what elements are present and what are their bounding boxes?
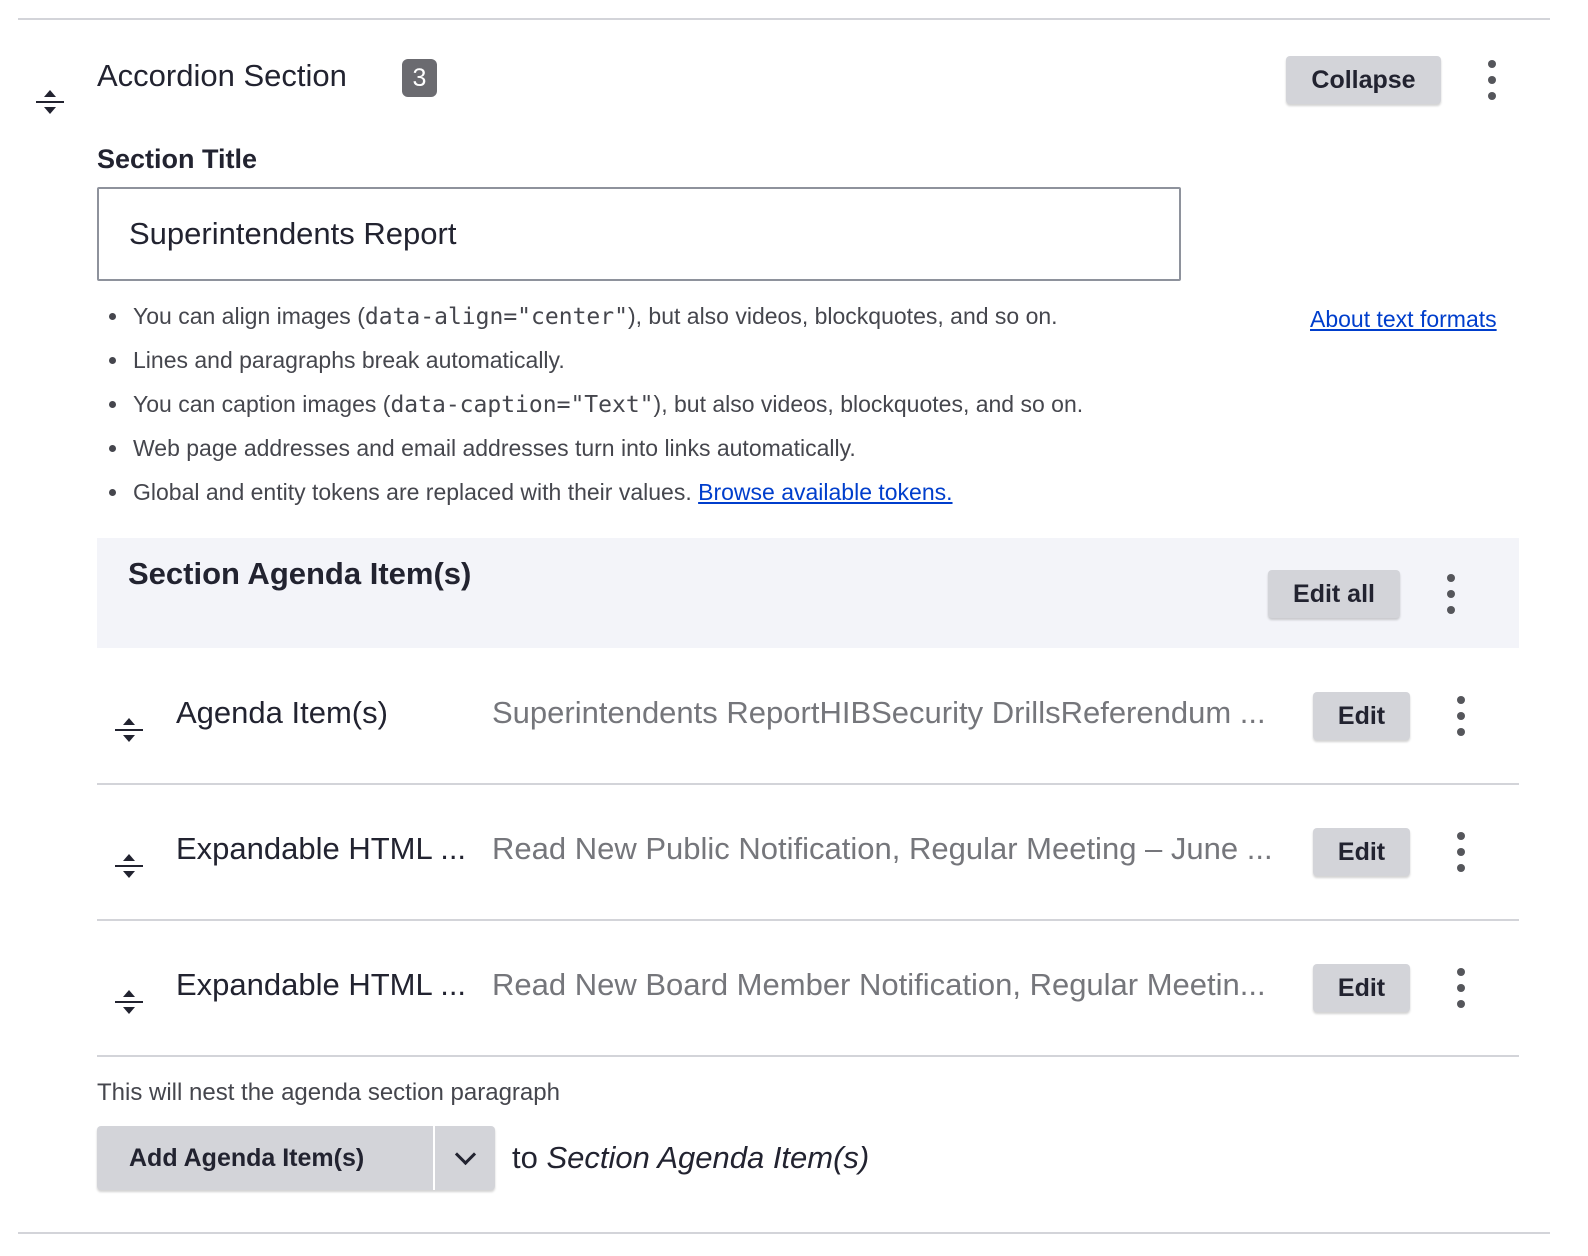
row-divider xyxy=(97,783,1519,785)
tip-links: Web page addresses and email addresses t… xyxy=(97,432,1247,476)
agenda-row-summary: Read New Public Notification, Regular Me… xyxy=(492,831,1273,866)
count-badge: 3 xyxy=(402,59,437,97)
agenda-row-summary: Superintendents ReportHIBSecurity Drills… xyxy=(492,695,1266,730)
agenda-row-name: Agenda Item(s) xyxy=(176,695,388,730)
edit-all-button[interactable]: Edit all xyxy=(1268,570,1400,618)
add-target-name: Section Agenda Item(s) xyxy=(546,1140,870,1175)
agenda-actions-menu-icon[interactable] xyxy=(1441,574,1461,614)
section-actions-menu-icon[interactable] xyxy=(1482,60,1502,100)
top-divider xyxy=(18,18,1550,20)
text-format-tips: You can align images (data-align="center… xyxy=(97,300,1247,520)
row-actions-menu-icon[interactable] xyxy=(1451,832,1471,872)
edit-button[interactable]: Edit xyxy=(1313,964,1410,1012)
section-type-title: Accordion Section xyxy=(97,58,347,93)
tip-line-breaks: Lines and paragraphs break automatically… xyxy=(97,344,1247,388)
drag-handle-icon[interactable] xyxy=(114,714,144,746)
add-options-toggle[interactable] xyxy=(435,1126,495,1190)
agenda-row-name: Expandable HTML ... xyxy=(176,967,467,1002)
edit-button[interactable]: Edit xyxy=(1313,692,1410,740)
chevron-down-icon xyxy=(454,1143,476,1165)
drag-handle-icon[interactable] xyxy=(35,86,65,118)
row-actions-menu-icon[interactable] xyxy=(1451,968,1471,1008)
add-agenda-item-split-button: Add Agenda Item(s) xyxy=(97,1126,495,1190)
bottom-divider xyxy=(18,1232,1550,1234)
edit-button[interactable]: Edit xyxy=(1313,828,1410,876)
agenda-items-heading: Section Agenda Item(s) xyxy=(128,556,472,591)
section-title-input[interactable] xyxy=(97,187,1181,281)
add-agenda-item-button[interactable]: Add Agenda Item(s) xyxy=(97,1126,433,1190)
row-divider xyxy=(97,919,1519,921)
agenda-row-name: Expandable HTML ... xyxy=(176,831,467,866)
drag-handle-icon[interactable] xyxy=(114,850,144,882)
nest-help-text: This will nest the agenda section paragr… xyxy=(97,1079,560,1106)
tip-caption: You can caption images (data-caption="Te… xyxy=(97,388,1247,432)
about-text-formats-link[interactable]: About text formats xyxy=(1310,306,1497,333)
section-title-label: Section Title xyxy=(97,144,258,174)
add-target-text: to Section Agenda Item(s) xyxy=(512,1140,870,1175)
collapse-button[interactable]: Collapse xyxy=(1286,56,1441,104)
browse-tokens-link[interactable]: Browse available tokens. xyxy=(698,479,952,505)
drag-handle-icon[interactable] xyxy=(114,986,144,1018)
row-actions-menu-icon[interactable] xyxy=(1451,696,1471,736)
tip-align: You can align images (data-align="center… xyxy=(97,300,1247,344)
tip-tokens: Global and entity tokens are replaced wi… xyxy=(97,476,1247,520)
agenda-row-summary: Read New Board Member Notification, Regu… xyxy=(492,967,1266,1002)
row-divider xyxy=(97,1055,1519,1057)
